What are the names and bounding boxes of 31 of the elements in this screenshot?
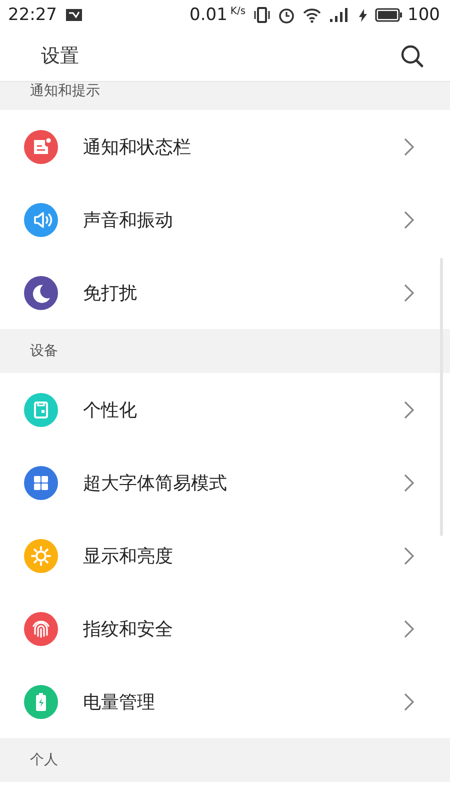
chevron-icon bbox=[404, 546, 414, 564]
chevron-icon bbox=[404, 474, 414, 492]
clock-time: 22:27 bbox=[8, 5, 57, 25]
chevron-icon bbox=[404, 400, 414, 418]
setting-label: 指纹和安全 bbox=[83, 618, 174, 640]
page-title: 设置 bbox=[41, 44, 80, 68]
alarm-icon bbox=[278, 6, 295, 24]
chevron-icon bbox=[404, 692, 414, 710]
chevron-icon bbox=[404, 284, 414, 302]
chevron-icon bbox=[404, 138, 414, 156]
setting-label: 显示和亮度 bbox=[83, 544, 174, 568]
speed-unit: K/s bbox=[230, 6, 246, 16]
battery-level: 100 bbox=[408, 5, 440, 25]
setting-label: 通知和状态栏 bbox=[83, 136, 192, 158]
section-header: 通知和提示 bbox=[30, 82, 100, 100]
search-icon[interactable] bbox=[400, 44, 424, 68]
section-header: 设备 bbox=[30, 342, 58, 360]
setting-label: 免打扰 bbox=[83, 282, 138, 304]
chevron-icon bbox=[404, 620, 414, 638]
battery-icon bbox=[374, 8, 403, 22]
section-header: 个人 bbox=[30, 751, 58, 769]
chevron-icon bbox=[404, 210, 414, 228]
network-speed: 0.01 bbox=[190, 5, 228, 25]
charging-icon bbox=[358, 8, 367, 22]
wifi-icon bbox=[302, 8, 321, 22]
setting-label: 超大字体简易模式 bbox=[83, 472, 228, 494]
setting-label: 电量管理 bbox=[83, 690, 156, 714]
image-icon bbox=[65, 8, 83, 22]
vibrate-icon bbox=[254, 7, 270, 23]
setting-label: 声音和振动 bbox=[83, 208, 174, 232]
setting-label: 个性化 bbox=[83, 398, 138, 422]
